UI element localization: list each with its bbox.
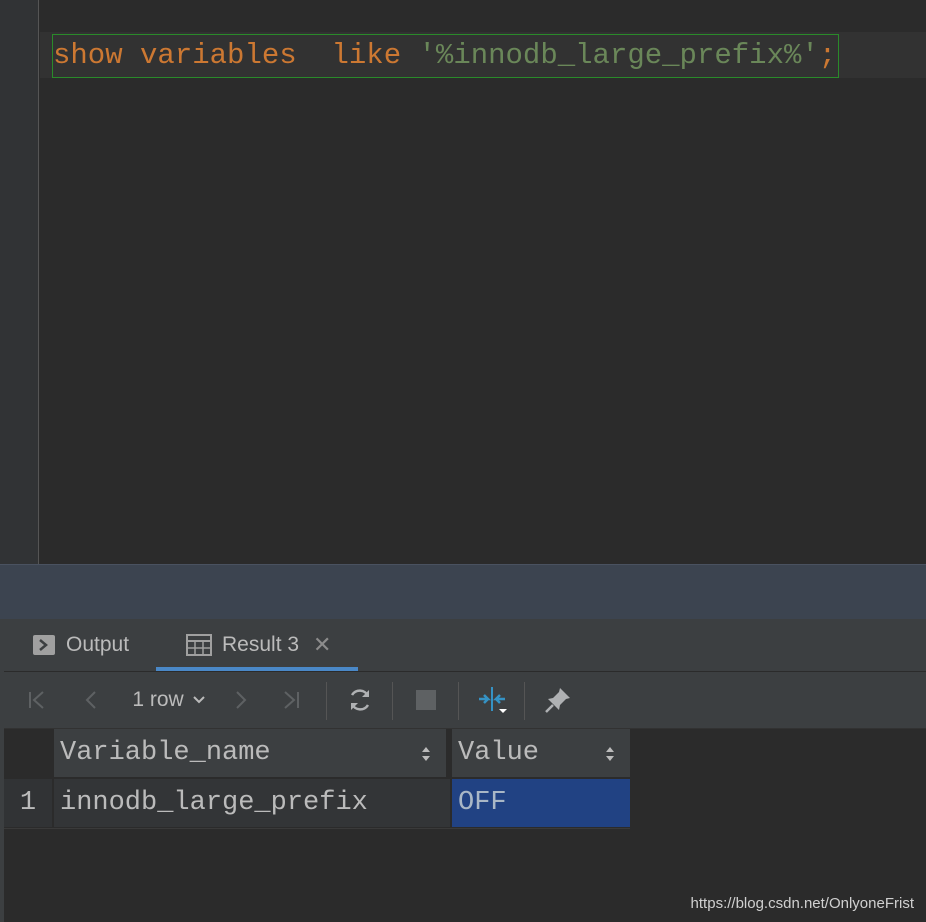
tab-bar: Output Result 3 ✕ bbox=[4, 619, 926, 672]
table-cell-value-selected[interactable]: OFF bbox=[452, 779, 630, 827]
keyword-variables: variables bbox=[140, 39, 297, 72]
close-icon[interactable]: ✕ bbox=[313, 632, 331, 658]
previous-page-icon[interactable] bbox=[76, 672, 106, 728]
column-header-label: Variable_name bbox=[60, 738, 271, 768]
pin-icon[interactable] bbox=[538, 672, 578, 728]
stop-icon[interactable] bbox=[408, 672, 444, 728]
row-number-header bbox=[4, 729, 52, 777]
row-count-label: 1 row bbox=[132, 688, 184, 711]
services-tool-window: Output Result 3 ✕ 1 row Variable_name Va… bbox=[0, 619, 926, 922]
compare-icon[interactable] bbox=[472, 672, 512, 728]
row-number[interactable]: 1 bbox=[4, 779, 52, 827]
editor-gutter bbox=[0, 0, 39, 564]
sql-statement[interactable]: show variables like '%innodb_large_prefi… bbox=[51, 34, 840, 78]
string-literal: '%innodb_large_prefix%' bbox=[418, 39, 819, 72]
console-icon bbox=[32, 634, 56, 656]
column-header-label: Value bbox=[458, 738, 540, 768]
chevron-down-icon bbox=[192, 695, 206, 705]
first-page-icon[interactable] bbox=[22, 672, 52, 728]
refresh-icon[interactable] bbox=[342, 672, 378, 728]
column-header-value[interactable]: Value bbox=[452, 729, 630, 777]
sort-icon[interactable] bbox=[604, 743, 616, 773]
statement-terminator: ; bbox=[818, 39, 837, 72]
keyword-show: show bbox=[53, 39, 123, 72]
row-count-selector[interactable]: 1 row bbox=[124, 672, 214, 728]
column-header-variable-name[interactable]: Variable_name bbox=[54, 729, 448, 777]
tab-output[interactable]: Output bbox=[32, 619, 129, 671]
toolbar-separator bbox=[458, 682, 459, 720]
row-divider bbox=[4, 828, 630, 829]
keyword-like: like bbox=[331, 39, 402, 72]
last-page-icon[interactable] bbox=[276, 672, 306, 728]
result-grid: Variable_name Value 1 innodb_large_prefi… bbox=[4, 729, 926, 922]
tab-output-label: Output bbox=[66, 633, 130, 656]
tab-result-label: Result 3 bbox=[222, 633, 300, 656]
toolbar-separator bbox=[524, 682, 525, 720]
next-page-icon[interactable] bbox=[226, 672, 256, 728]
sql-editor[interactable]: show variables like '%innodb_large_prefi… bbox=[0, 0, 926, 564]
watermark: https://blog.csdn.net/OnlyoneFrist bbox=[690, 895, 914, 912]
table-icon bbox=[186, 634, 212, 656]
panel-splitter[interactable] bbox=[0, 564, 926, 620]
toolbar-separator bbox=[326, 682, 327, 720]
tab-result-3[interactable]: Result 3 ✕ bbox=[156, 619, 358, 671]
table-cell-variable-name[interactable]: innodb_large_prefix bbox=[54, 779, 450, 827]
result-toolbar: 1 row bbox=[4, 672, 926, 729]
toolbar-separator bbox=[392, 682, 393, 720]
sort-icon[interactable] bbox=[420, 743, 432, 773]
